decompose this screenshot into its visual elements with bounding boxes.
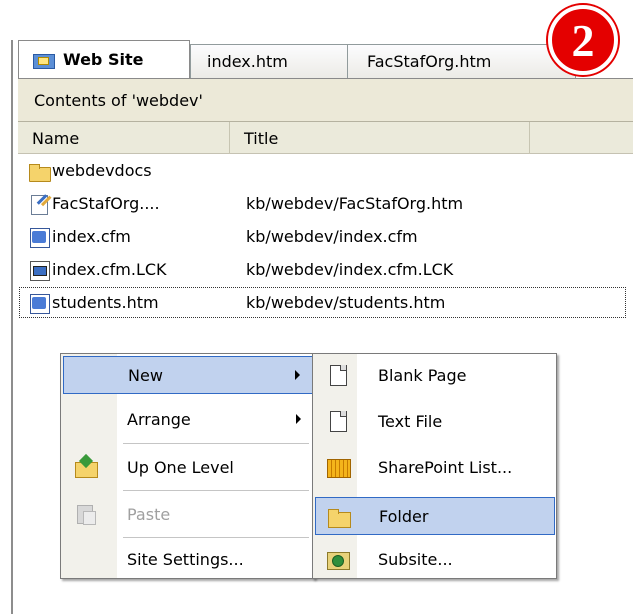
file-title: kb/webdev/students.htm (246, 293, 446, 312)
column-title-label: Title (244, 128, 279, 148)
menu-item-label: New (128, 365, 163, 385)
menu-item-label: Up One Level (127, 457, 234, 477)
menu-item-text-file[interactable]: Text File (315, 402, 555, 440)
file-row[interactable]: FacStafOrg.... kb/webdev/FacStafOrg.htm (18, 187, 633, 220)
file-name: FacStafOrg.... (52, 194, 160, 213)
step-number-badge: 2 (548, 5, 618, 75)
tab-web-site[interactable]: Web Site (18, 40, 190, 78)
file-name: students.htm (52, 293, 159, 312)
menu-item-label: Site Settings... (127, 549, 244, 569)
window-left-edge (0, 0, 18, 614)
tab-label: index.htm (207, 52, 288, 71)
menu-item-label: Folder (379, 506, 429, 526)
submenu-arrow-icon (296, 414, 301, 424)
blank-page-icon (327, 365, 349, 387)
file-name: index.cfm.LCK (52, 260, 167, 279)
column-header-title[interactable]: Title (230, 122, 530, 154)
menu-item-label: Text File (378, 411, 443, 431)
tab-label: FacStafOrg.htm (367, 52, 492, 71)
paste-icon (75, 503, 97, 525)
up-folder-icon (75, 456, 98, 478)
menu-item-label: Paste (127, 504, 171, 524)
menu-item-site-settings[interactable]: Site Settings... (63, 540, 313, 578)
file-title: kb/webdev/FacStafOrg.htm (246, 194, 464, 213)
menu-item-label: Arrange (127, 409, 191, 429)
folder-icon (328, 507, 351, 529)
sharepoint-list-icon (327, 457, 351, 479)
menu-item-subsite[interactable]: Subsite... (315, 540, 555, 578)
file-row-selected[interactable]: students.htm kb/webdev/students.htm (18, 286, 627, 319)
menu-item-new[interactable]: New (63, 356, 313, 394)
menu-item-paste[interactable]: Paste (63, 495, 313, 533)
column-name-label: Name (32, 128, 80, 148)
column-header-name[interactable]: Name (18, 122, 230, 154)
file-name: index.cfm (52, 227, 131, 246)
file-name: webdevdocs (52, 161, 152, 180)
lck-file-icon (28, 259, 50, 281)
contents-header: Contents of 'webdev' (18, 78, 633, 122)
tab-facstaforg[interactable]: FacStafOrg.htm (336, 44, 576, 78)
menu-item-label: Subsite... (378, 549, 453, 569)
menu-item-arrange[interactable]: Arrange (63, 400, 313, 438)
text-file-icon (327, 411, 349, 433)
context-menu: New Arrange Up One Level Paste Site Sett… (60, 353, 315, 579)
file-title: kb/webdev/index.cfm (246, 227, 418, 246)
tab-label: Web Site (63, 50, 144, 69)
htm-edit-icon (28, 193, 50, 215)
htm-page-icon (28, 292, 50, 314)
menu-item-label: SharePoint List... (378, 457, 513, 477)
tab-index-htm[interactable]: index.htm (190, 44, 348, 78)
menu-item-up-one-level[interactable]: Up One Level (63, 448, 313, 486)
menu-item-sharepoint-list[interactable]: SharePoint List... (315, 448, 555, 486)
file-row[interactable]: index.cfm.LCK kb/webdev/index.cfm.LCK (18, 253, 633, 286)
subsite-icon (327, 549, 350, 571)
file-row[interactable]: index.cfm kb/webdev/index.cfm (18, 220, 633, 253)
file-title: kb/webdev/index.cfm.LCK (246, 260, 454, 279)
submenu-arrow-icon (295, 370, 300, 380)
column-header-row: Name Title (18, 122, 633, 154)
new-submenu: Blank Page Text File SharePoint List... … (312, 353, 557, 579)
file-row[interactable]: webdevdocs (18, 154, 633, 187)
tab-bar: FacStafOrg.htm index.htm Web Site (18, 40, 633, 78)
folder-icon (28, 160, 51, 182)
contents-label: Contents of 'webdev' (34, 90, 203, 110)
menu-item-folder[interactable]: Folder (315, 497, 555, 535)
menu-item-blank-page[interactable]: Blank Page (315, 356, 555, 394)
cfm-page-icon (28, 226, 50, 248)
folder-icon (33, 52, 55, 69)
file-list: webdevdocs FacStafOrg.... kb/webdev/FacS… (18, 154, 633, 319)
menu-item-label: Blank Page (378, 365, 467, 385)
